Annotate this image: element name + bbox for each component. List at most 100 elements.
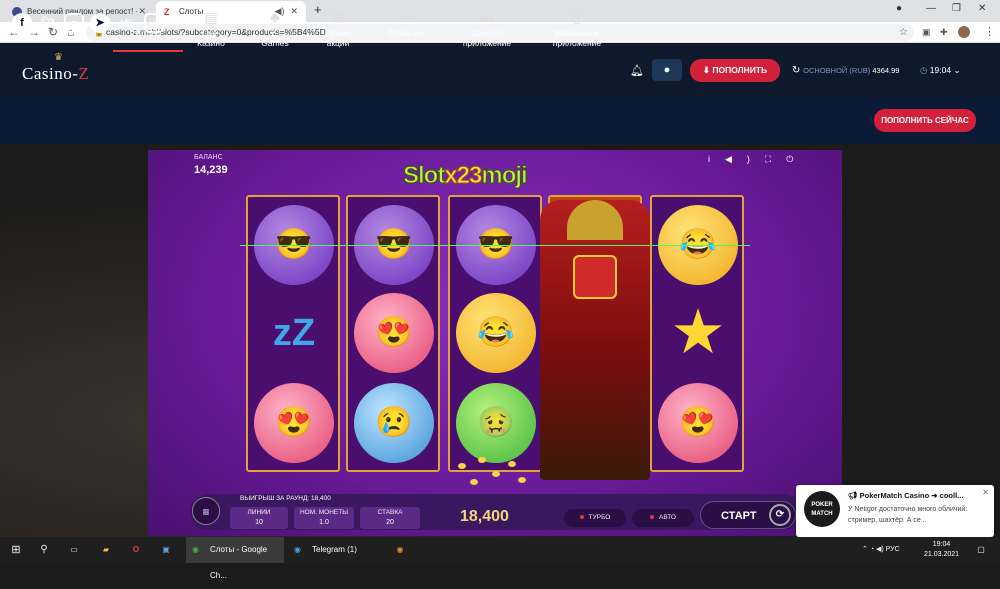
account-balance[interactable]: ↻ ОСНОВНОЙ (RUB) 4364.99	[792, 65, 899, 76]
clock-time: 19:04	[929, 65, 952, 75]
bet-label: СТАВКА	[377, 509, 403, 516]
deposit-button[interactable]: ⬇ ПОПОЛНИТЬ	[690, 59, 780, 82]
extension-icon[interactable]: ▣	[922, 27, 931, 38]
samurai-helmet	[567, 200, 623, 240]
power-icon[interactable]: ⏻	[786, 154, 808, 164]
slot-game[interactable]: БАЛАНС 14,239 i◀)⛶⏻ Slotx23moji 😎 zZ 😍 😎…	[148, 150, 842, 536]
love-emoji-icon: 😍	[658, 383, 738, 463]
game-balance-label: БАЛАНС	[194, 154, 223, 161]
save-disk-icon[interactable]: ▣	[158, 542, 174, 558]
toast-body: У Netigor достаточно много обличий: стри…	[848, 506, 968, 524]
nav-payments[interactable]: ▭ Платежи	[371, 6, 441, 38]
sound-icon[interactable]: ◀)	[725, 154, 765, 164]
logo-part: Slot	[402, 162, 445, 190]
taskbar-clock[interactable]: 19:04 21.03.2021	[924, 540, 959, 560]
nav-label: Z- Games	[261, 28, 289, 48]
coin	[492, 471, 500, 477]
close-icon[interactable]: ✕	[982, 488, 989, 497]
coin-value-selector[interactable]: НОМ. МОНЕТЫ 1.0	[294, 507, 354, 529]
volume-icon[interactable]: ◀)	[876, 546, 886, 553]
hamburger-menu-icon[interactable]: ≡	[192, 497, 220, 525]
samurai-mask	[573, 255, 617, 299]
info-icon[interactable]: i	[708, 154, 725, 164]
nav-label: Live- Казино	[197, 28, 225, 48]
vk-icon[interactable]: VK	[117, 13, 137, 33]
task-view-icon[interactable]: ▭	[66, 542, 82, 558]
taskbar-app-telegram[interactable]: ◉ Telegram (1)	[288, 537, 388, 563]
nav-z-games[interactable]: ♣ Z- Games	[240, 6, 310, 48]
avatar[interactable]	[958, 26, 970, 38]
cards-icon: ▤	[204, 9, 218, 25]
coin	[518, 477, 526, 483]
chevron-up-icon[interactable]: ⌃	[862, 546, 870, 553]
laugh-emoji-icon: 😂	[456, 293, 536, 373]
social-bar	[0, 98, 1000, 144]
nav-promo[interactable]: ⊞ Промо акции	[303, 6, 373, 48]
menu-kebab-icon[interactable]: ⋮	[984, 25, 995, 38]
twitter-icon[interactable]: 🐦︎	[38, 13, 58, 33]
casino-logo[interactable]: ♛ Casino-Z	[22, 52, 89, 84]
user-icon: ●	[663, 64, 671, 76]
opera-icon[interactable]: O	[128, 542, 144, 558]
search-icon[interactable]: ⚲	[36, 542, 52, 558]
gift-icon: ⊞	[332, 9, 344, 25]
nav-label: Десктоп приложение	[462, 28, 512, 48]
desktop-icon: ▬	[480, 9, 494, 25]
user-button[interactable]: ●	[652, 59, 682, 81]
nav-mobile-app[interactable]: ▯ Мобильное приложение	[542, 6, 612, 48]
bookmark-star-icon[interactable]: ☆	[899, 24, 908, 41]
ok-icon[interactable]: ☺	[144, 13, 164, 33]
bet-value: 20	[386, 519, 394, 526]
close-window-icon[interactable]: ✕	[978, 3, 986, 14]
windows-start-icon[interactable]: ⊞	[8, 542, 24, 558]
app-label: Telegram (1)	[312, 545, 357, 554]
file-explorer-icon[interactable]: ▰	[98, 542, 114, 558]
notifications-icon[interactable]: ▢	[974, 542, 988, 558]
facebook-icon[interactable]: f	[12, 13, 32, 33]
toggle-dot-icon	[650, 515, 654, 520]
samurai-wild-icon	[540, 200, 650, 480]
gamepad-icon: ♣	[270, 9, 280, 25]
turbo-toggle[interactable]: ТУРБО	[564, 509, 626, 527]
language-indicator[interactable]: РУС	[886, 546, 900, 553]
deposit-now-button[interactable]: ПОПОЛНИТЬ СЕЙЧАС	[874, 109, 976, 132]
instagram-icon[interactable]: ◎	[64, 13, 84, 33]
start-spin-button[interactable]: СТАРТ ⟳	[700, 501, 796, 529]
megaphone-icon: 📢︎	[848, 491, 860, 500]
chrome-icon: ◉	[192, 545, 199, 554]
auto-toggle[interactable]: АВТО	[632, 509, 694, 527]
taskbar-time: 19:04	[932, 541, 951, 548]
clock-icon: ◷	[920, 65, 930, 75]
game-logo: Slotx23moji	[402, 162, 528, 190]
restore-icon[interactable]: ❐	[952, 3, 961, 14]
firefox-icon[interactable]: ◉	[392, 542, 408, 558]
game-balance-value: 14,239	[194, 164, 228, 176]
logo-text: Casino-	[22, 64, 79, 83]
fullscreen-icon[interactable]: ⛶	[765, 154, 786, 164]
bet-selector[interactable]: СТАВКА 20	[360, 507, 420, 529]
taskbar-app-chrome[interactable]: ◉ Слоты - Google Ch...	[186, 537, 284, 580]
round-win-label: ВЫИГРЫШ ЗА РАУНД: 18,400	[240, 495, 331, 502]
refresh-icon[interactable]: ↻	[792, 65, 803, 76]
bell-icon[interactable]: 🔔︎	[630, 64, 644, 77]
telegram-icon[interactable]: ➤	[90, 13, 110, 33]
pokermatch-avatar: POKER MATCH	[804, 491, 840, 527]
lines-selector[interactable]: ЛИНИИ 10	[230, 507, 288, 529]
crown-icon: ♛	[54, 52, 64, 63]
nav-desktop-app[interactable]: ▬ Десктоп приложение	[452, 6, 522, 48]
minimize-icon[interactable]: —	[926, 3, 936, 14]
nav-label: Мобильное приложение	[552, 28, 602, 48]
coin-label: НОМ. МОНЕТЫ	[299, 509, 348, 516]
nav-live-casino[interactable]: ▤ Live- Казино	[176, 6, 246, 48]
puzzle-icon[interactable]: ✚	[940, 27, 948, 38]
reel-5: 😂 ★ 😍	[650, 195, 744, 472]
autospin-icon[interactable]: ⟳	[769, 504, 791, 526]
love-emoji-icon: 😍	[254, 383, 334, 463]
chevron-down-icon: ⌄	[953, 65, 961, 75]
profile-dot-icon[interactable]: ●	[896, 3, 902, 14]
balance-currency: (RUB)	[849, 66, 871, 75]
notification-toast[interactable]: POKER MATCH 📢︎ PokerMatch Casino ➜ cooll…	[796, 485, 994, 537]
sad-emoji-icon: 😢	[354, 383, 434, 463]
site-clock[interactable]: ◷ 19:04 ⌄	[920, 65, 961, 76]
taskbar-date: 21.03.2021	[924, 551, 960, 558]
